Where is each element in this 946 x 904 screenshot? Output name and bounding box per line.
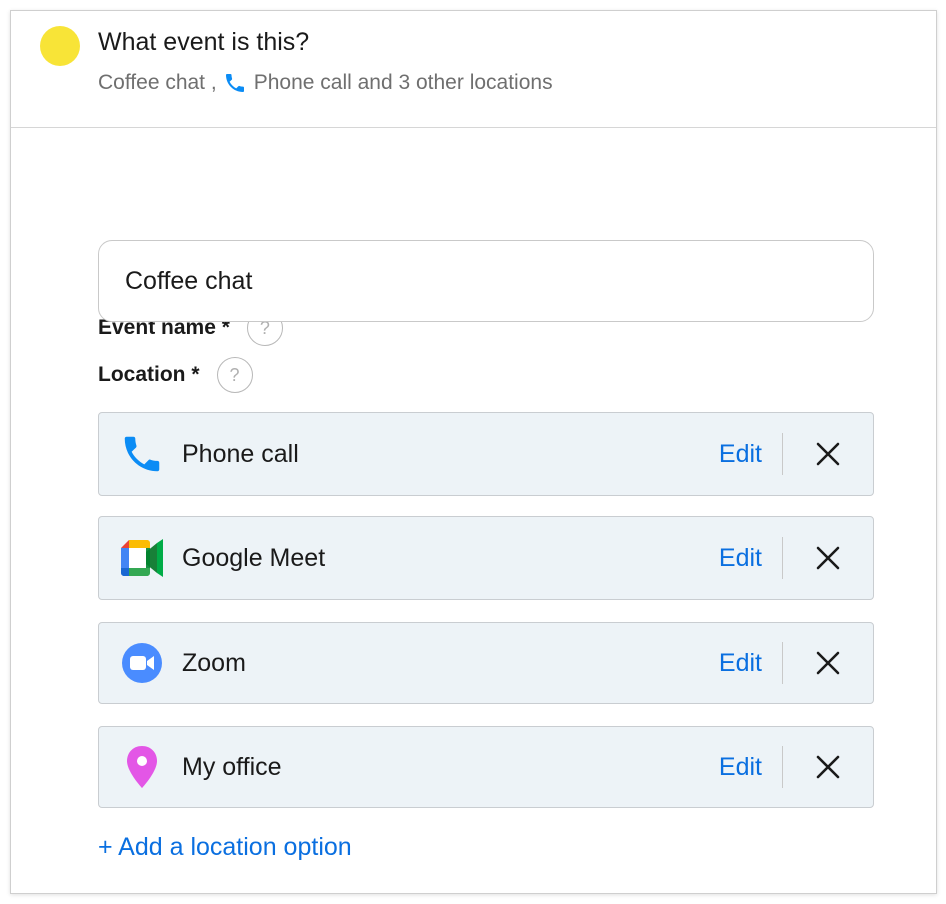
summary-locations: Phone call and 3 other locations xyxy=(253,71,553,94)
close-icon xyxy=(816,546,840,570)
section-title: What event is this? xyxy=(98,28,310,56)
location-item-phone-call: Phone call Edit xyxy=(98,412,874,496)
location-label-text: Location * xyxy=(98,363,200,386)
phone-icon xyxy=(119,431,165,477)
remove-location-button[interactable] xyxy=(783,517,873,599)
summary-event-name: Coffee chat , xyxy=(98,71,217,94)
location-label: My office xyxy=(182,752,282,781)
remove-location-button[interactable] xyxy=(783,727,873,807)
event-color-dot xyxy=(40,26,80,66)
location-label: Phone call xyxy=(182,439,299,468)
add-location-option-link[interactable]: + Add a location option xyxy=(98,833,352,862)
location-label: Zoom xyxy=(182,648,246,677)
close-icon xyxy=(816,651,840,675)
close-icon xyxy=(816,442,840,466)
zoom-icon xyxy=(119,640,165,686)
google-meet-icon xyxy=(119,535,165,581)
location-label: Google Meet xyxy=(182,543,326,572)
section-summary: Coffee chat , Phone call and 3 other loc… xyxy=(98,71,553,95)
edit-location-button[interactable]: Edit xyxy=(719,753,762,782)
map-pin-icon xyxy=(119,744,165,790)
location-label: Location * ? xyxy=(98,357,253,393)
phone-icon xyxy=(223,71,247,95)
edit-location-button[interactable]: Edit xyxy=(719,649,762,678)
edit-location-button[interactable]: Edit xyxy=(719,544,762,573)
edit-location-button[interactable]: Edit xyxy=(719,440,762,469)
location-item-my-office: My office Edit xyxy=(98,726,874,808)
remove-location-button[interactable] xyxy=(783,413,873,495)
remove-location-button[interactable] xyxy=(783,623,873,703)
event-name-input[interactable] xyxy=(98,240,874,322)
location-item-google-meet: Google Meet Edit xyxy=(98,516,874,600)
location-item-zoom: Zoom Edit xyxy=(98,622,874,704)
close-icon xyxy=(816,755,840,779)
section-header[interactable]: What event is this? Coffee chat , Phone … xyxy=(11,11,936,128)
help-icon[interactable]: ? xyxy=(216,357,253,393)
